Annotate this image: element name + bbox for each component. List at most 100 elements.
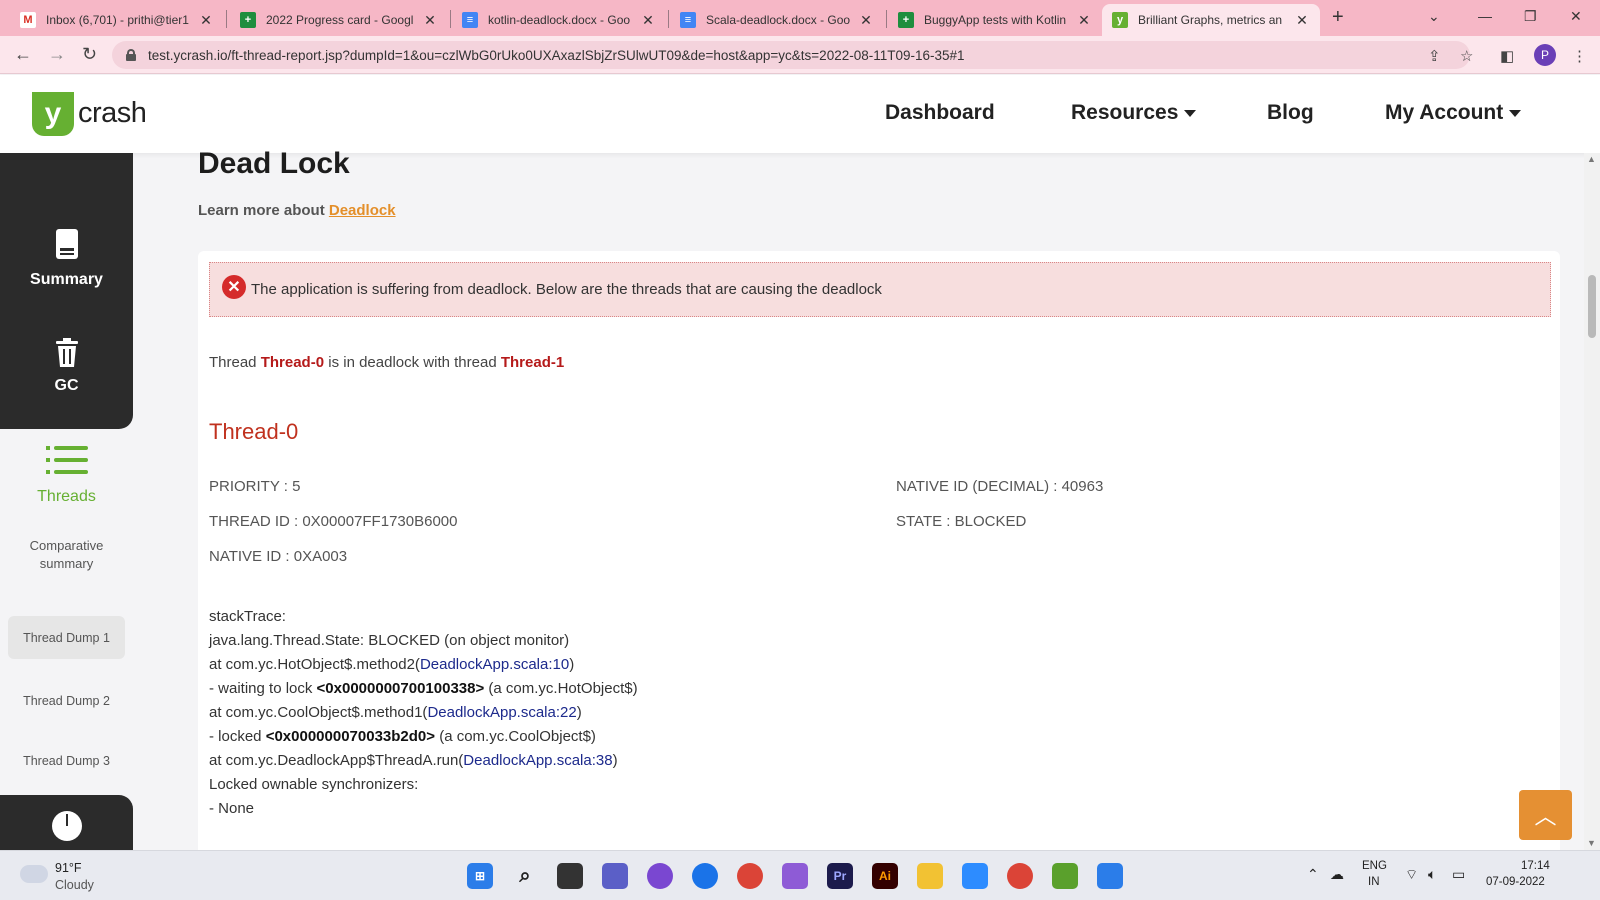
close-tab-icon[interactable]: ✕ (1076, 12, 1092, 29)
illustrator-icon[interactable]: Ai (872, 863, 898, 889)
forward-icon[interactable]: → (48, 44, 66, 65)
task-view-icon[interactable] (557, 863, 583, 889)
pie-chart-icon[interactable] (52, 811, 82, 841)
stack-trace: stackTrace: java.lang.Thread.State: BLOC… (209, 608, 638, 817)
thread-priority: PRIORITY : 5 (209, 478, 301, 495)
clock-date[interactable]: 07-09-2022 (1486, 876, 1545, 888)
source-link[interactable]: DeadlockApp.scala:10 (420, 656, 569, 673)
reload-icon[interactable]: ↻ (82, 44, 97, 65)
url-text: test.ycrash.io/ft-thread-report.jsp?dump… (148, 47, 965, 63)
browser-tab-kotlin-doc[interactable]: ≡ kotlin-deadlock.docx - Goo ✕ (452, 4, 666, 36)
new-tab-icon[interactable]: + (1332, 6, 1344, 29)
scroll-up-icon[interactable]: ▲ (1587, 154, 1596, 164)
wifi-icon[interactable]: ⌔ (1405, 866, 1418, 884)
thread-1-link[interactable]: Thread-1 (501, 354, 564, 371)
close-tab-icon[interactable]: ✕ (640, 12, 656, 29)
bookmark-star-icon[interactable]: ☆ (1460, 47, 1473, 65)
nav-dashboard[interactable]: Dashboard (885, 101, 995, 125)
site-header: y crash Dashboard Resources Blog My Acco… (0, 75, 1600, 153)
tab-search-icon[interactable]: ⌄ (1428, 8, 1440, 25)
scrollbar-thumb[interactable] (1588, 275, 1596, 338)
docs-icon: ≡ (462, 12, 478, 28)
close-tab-icon[interactable]: ✕ (858, 12, 874, 29)
snipping-tool-icon[interactable] (782, 863, 808, 889)
restore-icon[interactable]: ❐ (1524, 8, 1537, 25)
sidebar-item-threads[interactable]: Threads (0, 445, 133, 506)
weather-temp[interactable]: 91°F (55, 861, 82, 875)
sidebar-label-gc: GC (54, 377, 79, 394)
chrome-profile-icon[interactable] (1007, 863, 1033, 889)
file-explorer-icon[interactable] (917, 863, 943, 889)
sidebar-thread-dump-3[interactable]: Thread Dump 3 (8, 739, 125, 782)
weather-condition[interactable]: Cloudy (55, 878, 94, 892)
summary-doc-icon (55, 229, 78, 259)
page-title: Dead Lock (198, 147, 350, 180)
deadlock-summary-line: Thread Thread-0 is in deadlock with thre… (209, 354, 565, 371)
share-icon[interactable]: ⇪ (1428, 47, 1441, 65)
stack-line: at com.yc.DeadlockApp$ThreadA.run(Deadlo… (209, 752, 618, 769)
chrome-icon[interactable] (737, 863, 763, 889)
thread-native-id-decimal: NATIVE ID (DECIMAL) : 40963 (896, 478, 1104, 495)
browser-toolbar: ← → ↻ test.ycrash.io/ft-thread-report.js… (0, 36, 1600, 74)
browser-tab-progress-card[interactable]: + 2022 Progress card - Googl ✕ (230, 4, 448, 36)
close-tab-icon[interactable]: ✕ (1294, 12, 1310, 29)
cloud-icon[interactable] (20, 865, 48, 883)
back-to-top-button[interactable]: ︿ (1519, 790, 1572, 840)
source-link[interactable]: DeadlockApp.scala:38 (463, 752, 612, 769)
chevron-up-icon: ︿ (1534, 804, 1557, 829)
search-icon[interactable]: ⌕ (512, 863, 538, 889)
sidebar-label-summary: Summary (30, 271, 103, 288)
close-window-icon[interactable]: ✕ (1570, 8, 1582, 25)
photos-icon[interactable] (1052, 863, 1078, 889)
browser-tab-ycrash[interactable]: y Brilliant Graphs, metrics an ✕ (1102, 4, 1320, 36)
sidebar-label-threads: Threads (37, 488, 96, 505)
chevron-up-icon[interactable]: ⌃ (1307, 866, 1319, 883)
language-line-2[interactable]: IN (1368, 876, 1380, 888)
thread-0-link[interactable]: Thread-0 (261, 354, 324, 371)
thread-heading: Thread-0 (209, 419, 299, 444)
language-line-1[interactable]: ENG (1362, 860, 1387, 872)
scroll-down-icon[interactable]: ▼ (1587, 838, 1596, 848)
sidebar-thread-dump-2[interactable]: Thread Dump 2 (8, 679, 125, 722)
onedrive-cloud-icon[interactable]: ☁ (1330, 866, 1344, 883)
teams-chat-icon[interactable] (602, 863, 628, 889)
start-icon[interactable]: ⊞ (467, 863, 493, 889)
back-icon[interactable]: ← (14, 44, 32, 65)
page-scrollbar[interactable] (1584, 153, 1600, 850)
zoom-icon[interactable] (962, 863, 988, 889)
clock-time[interactable]: 17:14 (1521, 860, 1550, 872)
caret-down-icon (1184, 109, 1197, 117)
notepad-icon[interactable] (1097, 863, 1123, 889)
nav-resources[interactable]: Resources (1071, 101, 1197, 125)
sidebar-item-comparative-summary[interactable]: Comparative summary (0, 537, 133, 573)
premiere-pro-icon[interactable]: Pr (827, 863, 853, 889)
thread-native-id: NATIVE ID : 0XA003 (209, 548, 348, 565)
volume-icon[interactable]: 🔈︎ (1428, 866, 1436, 883)
battery-icon[interactable]: ▭ (1452, 866, 1465, 883)
ycrash-logo-icon[interactable]: y (32, 92, 74, 136)
sidebar-item-gc[interactable]: GC (0, 338, 133, 395)
nav-my-account[interactable]: My Account (1385, 101, 1522, 125)
profile-avatar[interactable]: P (1534, 44, 1556, 66)
browser-tab-buggyapp[interactable]: + BuggyApp tests with Kotlin ✕ (888, 4, 1102, 36)
minimize-icon[interactable]: — (1478, 8, 1492, 24)
menu-kebab-icon[interactable]: ⋮ (1572, 47, 1587, 65)
sidebar-thread-dump-1[interactable]: Thread Dump 1 (8, 616, 125, 659)
address-bar[interactable]: test.ycrash.io/ft-thread-report.jsp?dump… (112, 41, 1470, 69)
browser-tab-gmail[interactable]: M Inbox (6,701) - prithi@tier1 ✕ (10, 4, 224, 36)
source-link[interactable]: DeadlockApp.scala:22 (427, 704, 576, 721)
logo-text[interactable]: crash (78, 97, 147, 130)
caret-down-icon (1509, 109, 1522, 117)
deadlock-alert: ✕ The application is suffering from dead… (209, 262, 1551, 317)
close-tab-icon[interactable]: ✕ (422, 12, 438, 29)
nav-blog[interactable]: Blog (1267, 101, 1314, 125)
error-x-icon: ✕ (222, 274, 246, 299)
sidebar-item-summary[interactable]: Summary (0, 228, 133, 289)
maps-icon[interactable] (692, 863, 718, 889)
deadlock-link[interactable]: Deadlock (329, 202, 396, 219)
browser-tab-scala-doc[interactable]: ≡ Scala-deadlock.docx - Goo ✕ (670, 4, 884, 36)
stack-line: - locked <0x000000070033b2d0> (a com.yc.… (209, 728, 596, 745)
app-circle-icon[interactable] (647, 863, 673, 889)
close-tab-icon[interactable]: ✕ (198, 12, 214, 29)
side-panel-icon[interactable]: ◧ (1500, 47, 1514, 65)
